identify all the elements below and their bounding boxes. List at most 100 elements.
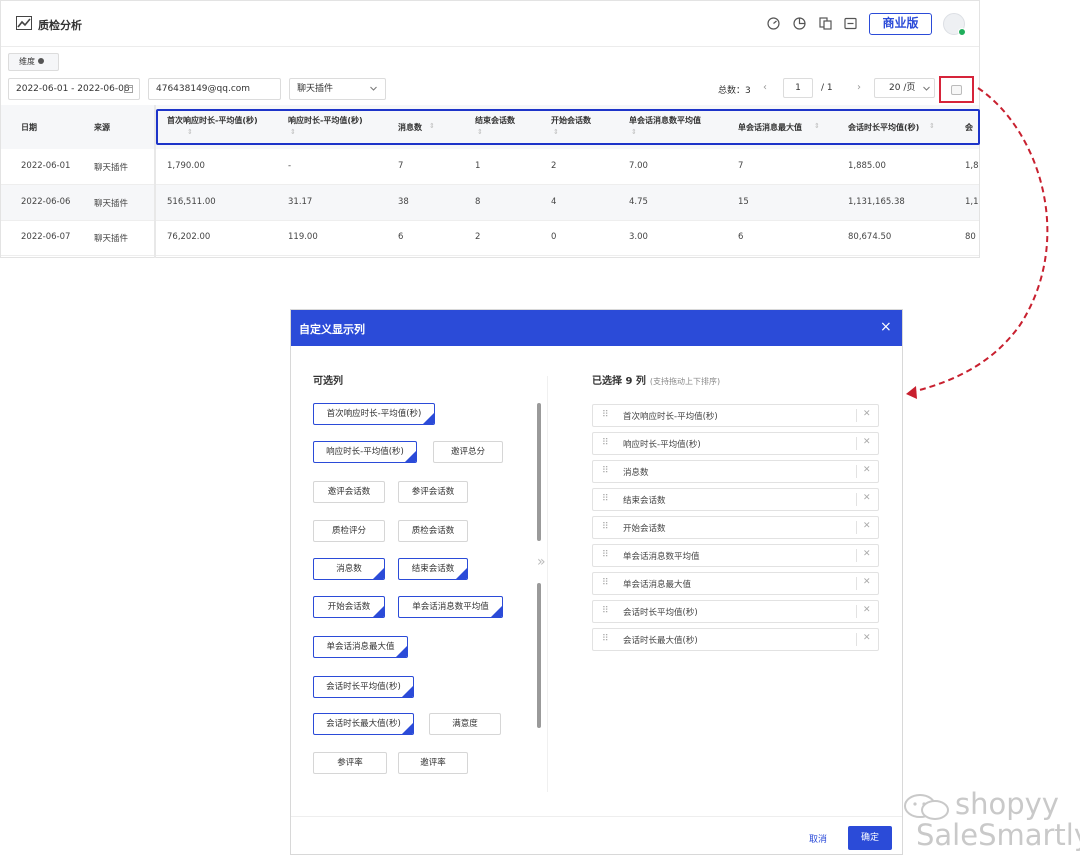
transfer-arrow-icon[interactable]: » [537,554,546,570]
selected-column-item[interactable]: ⠿ 响应时长-平均值(秒) ✕ [592,432,879,455]
available-column-chip[interactable]: 邀评率 [398,752,468,774]
selected-column-item[interactable]: ⠿ 会话时长平均值(秒) ✕ [592,600,879,623]
selected-column-item[interactable]: ⠿ 会话时长最大值(秒) ✕ [592,628,879,651]
selected-column-label: 会话时长最大值(秒) [623,636,698,646]
table-cell: 6 [398,232,404,242]
available-column-chip[interactable]: 邀评总分 [433,441,503,463]
remove-x-icon[interactable]: ✕ [863,633,871,643]
selected-column-item[interactable]: ⠿ 单会话消息最大值 ✕ [592,572,879,595]
drag-handle-icon[interactable]: ⠿ [602,606,609,616]
pager-next-button[interactable]: › [857,82,861,93]
available-column-chip[interactable]: 首次响应时长-平均值(秒) [313,403,435,425]
drag-handle-icon[interactable]: ⠿ [602,550,609,560]
table-cell: - [288,161,292,171]
drag-handle-icon[interactable]: ⠿ [602,522,609,532]
scrollbar[interactable] [537,583,541,728]
table-cell: 4 [551,197,557,207]
selected-column-item[interactable]: ⠿ 结束会话数 ✕ [592,488,879,511]
close-icon[interactable]: × [880,318,892,336]
watermark-line1: shopyy [955,787,1059,821]
online-status-dot [958,28,966,36]
annotation-arrow [906,87,1049,399]
remove-x-icon[interactable]: ✕ [863,409,871,419]
cell-date: 2022-06-07 [21,232,71,242]
remove-x-icon[interactable]: ✕ [863,549,871,559]
drag-handle-icon[interactable]: ⠿ [602,494,609,504]
column-header-source[interactable]: 来源 [94,122,110,133]
remove-x-icon[interactable]: ✕ [863,465,871,475]
available-column-chip[interactable]: 单会话消息数平均值 [398,596,503,618]
available-columns-title: 可选列 [313,376,343,387]
table-cell: 38 [398,197,409,207]
selected-column-item[interactable]: ⠿ 消息数 ✕ [592,460,879,483]
table-cell: 31.17 [288,197,313,207]
available-column-chip[interactable]: 会话时长最大值(秒) [313,713,414,735]
table-cell: 0 [551,232,557,242]
available-column-chip[interactable]: 会话时长平均值(秒) [313,676,414,698]
pager-page-input[interactable]: 1 [783,78,813,98]
item-separator [856,437,857,450]
date-range-picker[interactable]: 2022-06-01 - 2022-06-08 [8,78,140,100]
selected-column-item[interactable]: ⠿ 开始会话数 ✕ [592,516,879,539]
available-column-chip[interactable]: 质检会话数 [398,520,468,542]
drag-handle-icon[interactable]: ⠿ [602,410,609,420]
remove-x-icon[interactable]: ✕ [863,577,871,587]
table-cell: 80,674.50 [848,232,892,242]
dot-icon [38,58,44,64]
available-column-chip[interactable]: 参评率 [313,752,387,774]
speedometer-icon[interactable] [767,17,780,30]
remove-x-icon[interactable]: ✕ [863,605,871,615]
pie-chart-icon[interactable] [793,17,806,30]
available-column-chip[interactable]: 结束会话数 [398,558,468,580]
business-edition-button[interactable]: 商业版 [869,13,932,35]
watermark-line2: SaleSmartly [916,818,1080,852]
scrollbar[interactable] [537,403,541,541]
dimension-tab-label: 维度 [19,57,35,66]
dimension-tab[interactable]: 维度 [8,53,59,71]
available-column-chip[interactable]: 消息数 [313,558,385,580]
cell-date: 2022-06-01 [21,161,71,171]
cancel-button[interactable]: 取消 [809,832,827,845]
chart-line-icon [16,16,32,30]
item-separator [856,409,857,422]
item-separator [856,465,857,478]
available-column-chip[interactable]: 响应时长-平均值(秒) [313,441,417,463]
available-column-chip[interactable]: 质检评分 [313,520,385,542]
dialog-header: 自定义显示列 × [291,310,902,346]
page-title: 质检分析 [38,19,82,32]
remove-x-icon[interactable]: ✕ [863,493,871,503]
table-cell: 15 [738,197,749,207]
channel-select[interactable]: 聊天插件 [289,78,386,100]
drag-handle-icon[interactable]: ⠿ [602,466,609,476]
export-icon[interactable] [844,17,857,30]
available-column-chip[interactable]: 单会话消息最大值 [313,636,408,658]
table-cell: 1,131,165.38 [848,197,905,207]
selected-column-label: 单会话消息数平均值 [623,552,700,562]
selected-column-item[interactable]: ⠿ 单会话消息数平均值 ✕ [592,544,879,567]
drag-handle-icon[interactable]: ⠿ [602,578,609,588]
item-separator [856,605,857,618]
selected-column-item[interactable]: ⠿ 首次响应时长-平均值(秒) ✕ [592,404,879,427]
table-cell: 4.75 [629,197,648,207]
copy-icon[interactable] [819,17,832,30]
email-input[interactable]: 476438149@qq.com [148,78,281,100]
cell-source: 聊天插件 [94,199,129,209]
confirm-button[interactable]: 确定 [848,826,892,850]
pager-prev-button[interactable]: ‹ [763,82,767,93]
available-column-chip[interactable]: 参评会话数 [398,481,468,503]
pane-divider [547,376,548,792]
table-cell: 2 [551,161,557,171]
selected-column-label: 开始会话数 [623,524,666,534]
table-cell: 1,885.00 [848,161,886,171]
remove-x-icon[interactable]: ✕ [863,437,871,447]
column-header-date[interactable]: 日期 [21,122,37,133]
drag-handle-icon[interactable]: ⠿ [602,634,609,644]
available-column-chip[interactable]: 开始会话数 [313,596,385,618]
drag-handle-icon[interactable]: ⠿ [602,438,609,448]
remove-x-icon[interactable]: ✕ [863,521,871,531]
quality-analysis-panel: 质检分析 商业版 维度 2022-06-01 - 2022-06-08 4764… [0,0,980,258]
calendar-icon [124,85,133,93]
available-column-chip[interactable]: 满意度 [429,713,501,735]
top-bar: 质检分析 商业版 [1,1,979,47]
available-column-chip[interactable]: 邀评会话数 [313,481,385,503]
